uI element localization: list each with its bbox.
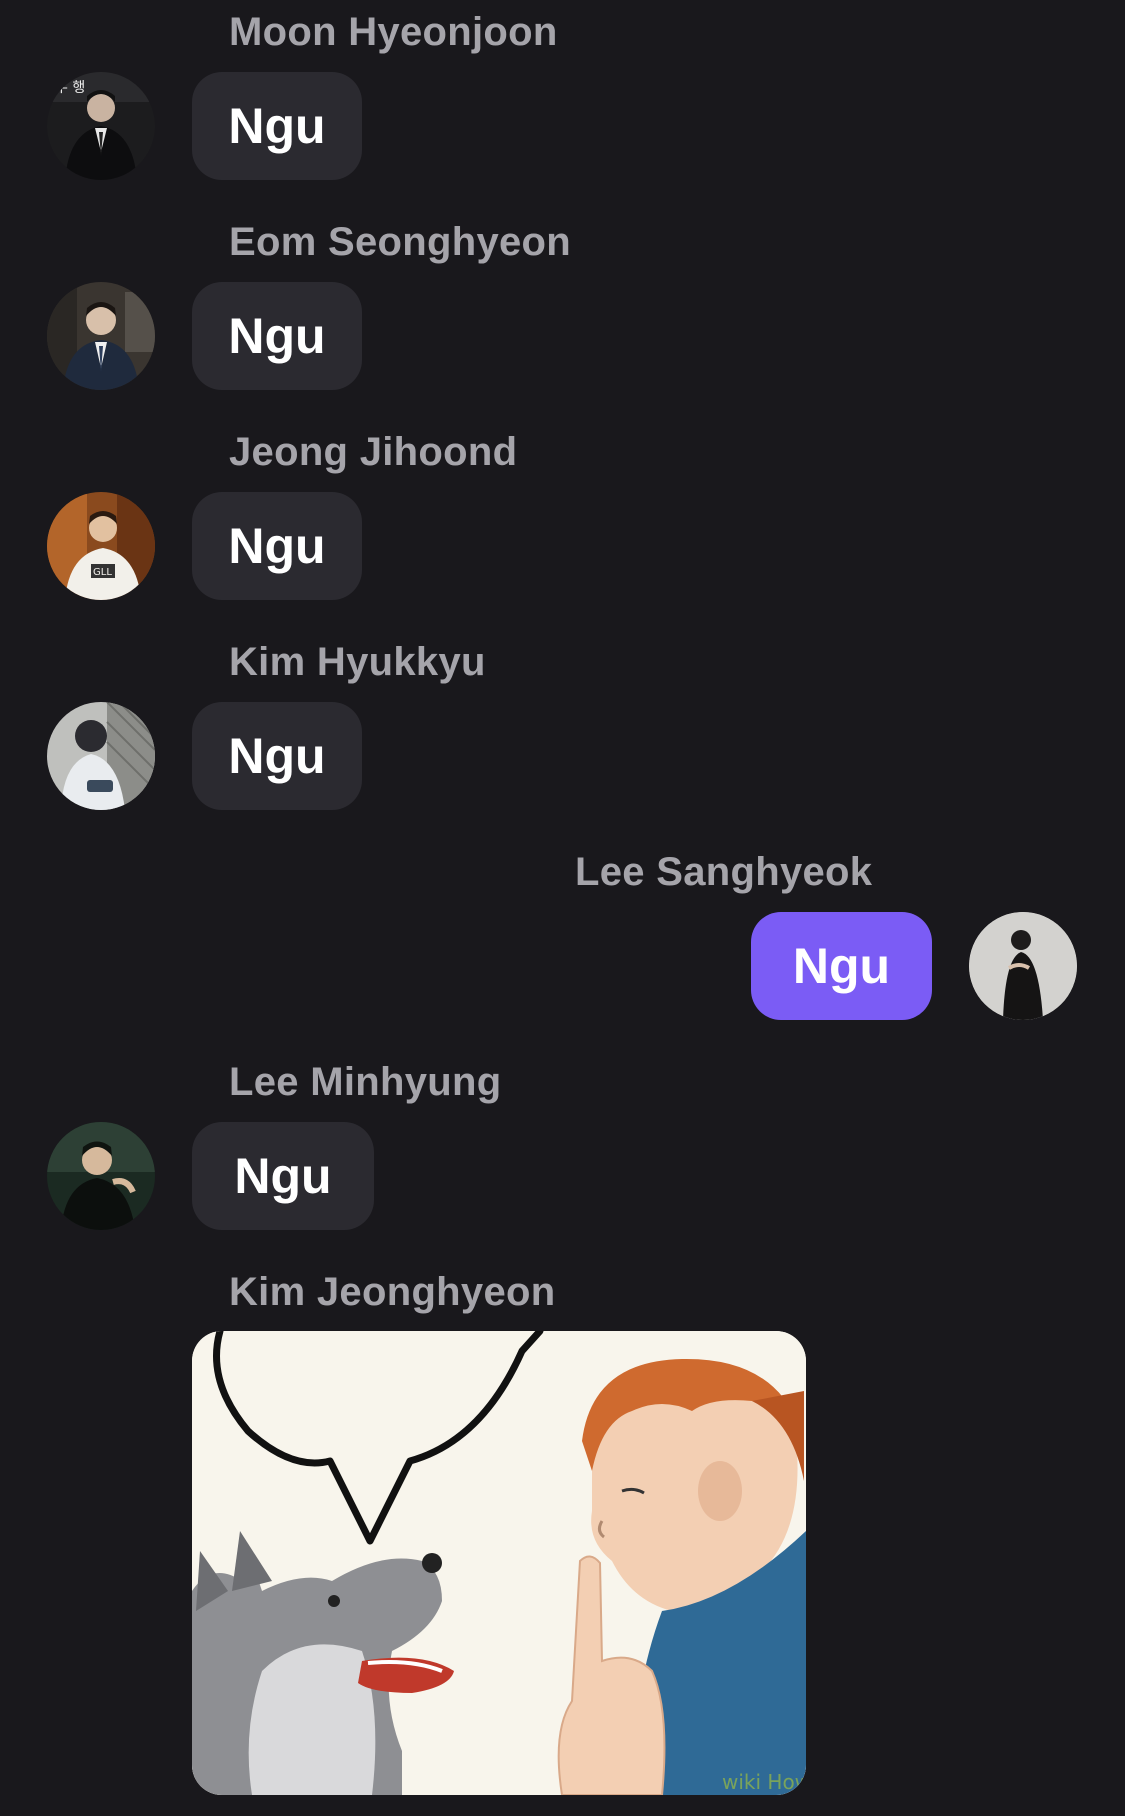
- message-bubble[interactable]: Ngu: [192, 72, 362, 180]
- sender-name: Eom Seonghyeon: [229, 220, 572, 264]
- avatar[interactable]: [47, 702, 155, 810]
- profile-photo-icon: GLL: [47, 492, 155, 600]
- own-avatar[interactable]: [969, 912, 1077, 1020]
- profile-photo-icon: [47, 282, 155, 390]
- message-bubble[interactable]: Ngu: [192, 1122, 374, 1230]
- sender-name: Lee Minhyung: [229, 1060, 502, 1104]
- sender-name: Kim Jeonghyeon: [229, 1270, 556, 1314]
- message-bubble[interactable]: Ngu: [192, 702, 362, 810]
- profile-photo-icon: 우 행: [47, 72, 155, 180]
- avatar[interactable]: 우 행: [47, 72, 155, 180]
- avatar[interactable]: [47, 1122, 155, 1230]
- profile-photo-icon: [47, 702, 155, 810]
- sender-name: Jeong Jihoond: [229, 430, 518, 474]
- sender-name: Moon Hyeonjoon: [229, 10, 558, 54]
- message-bubble[interactable]: Ngu: [192, 282, 362, 390]
- meme-dog-shush-icon: wiki How: [192, 1331, 806, 1795]
- avatar[interactable]: [47, 282, 155, 390]
- avatar[interactable]: GLL: [47, 492, 155, 600]
- chat-message-list[interactable]: Moon Hyeonjoon 우 행 Ngu Eom Seonghyeon Ng…: [0, 0, 1125, 1816]
- profile-photo-icon: [47, 1122, 155, 1230]
- own-message-bubble[interactable]: Ngu: [751, 912, 932, 1020]
- sender-name: Kim Hyukkyu: [229, 640, 486, 684]
- message-bubble[interactable]: Ngu: [192, 492, 362, 600]
- svg-text:GLL: GLL: [93, 567, 112, 578]
- svg-text:wiki How: wiki How: [722, 1770, 806, 1794]
- svg-text:우 행: 우 행: [55, 80, 85, 96]
- profile-photo-icon: [969, 912, 1077, 1020]
- sender-name: Lee Sanghyeok: [575, 850, 873, 894]
- image-message[interactable]: wiki How: [192, 1331, 806, 1795]
